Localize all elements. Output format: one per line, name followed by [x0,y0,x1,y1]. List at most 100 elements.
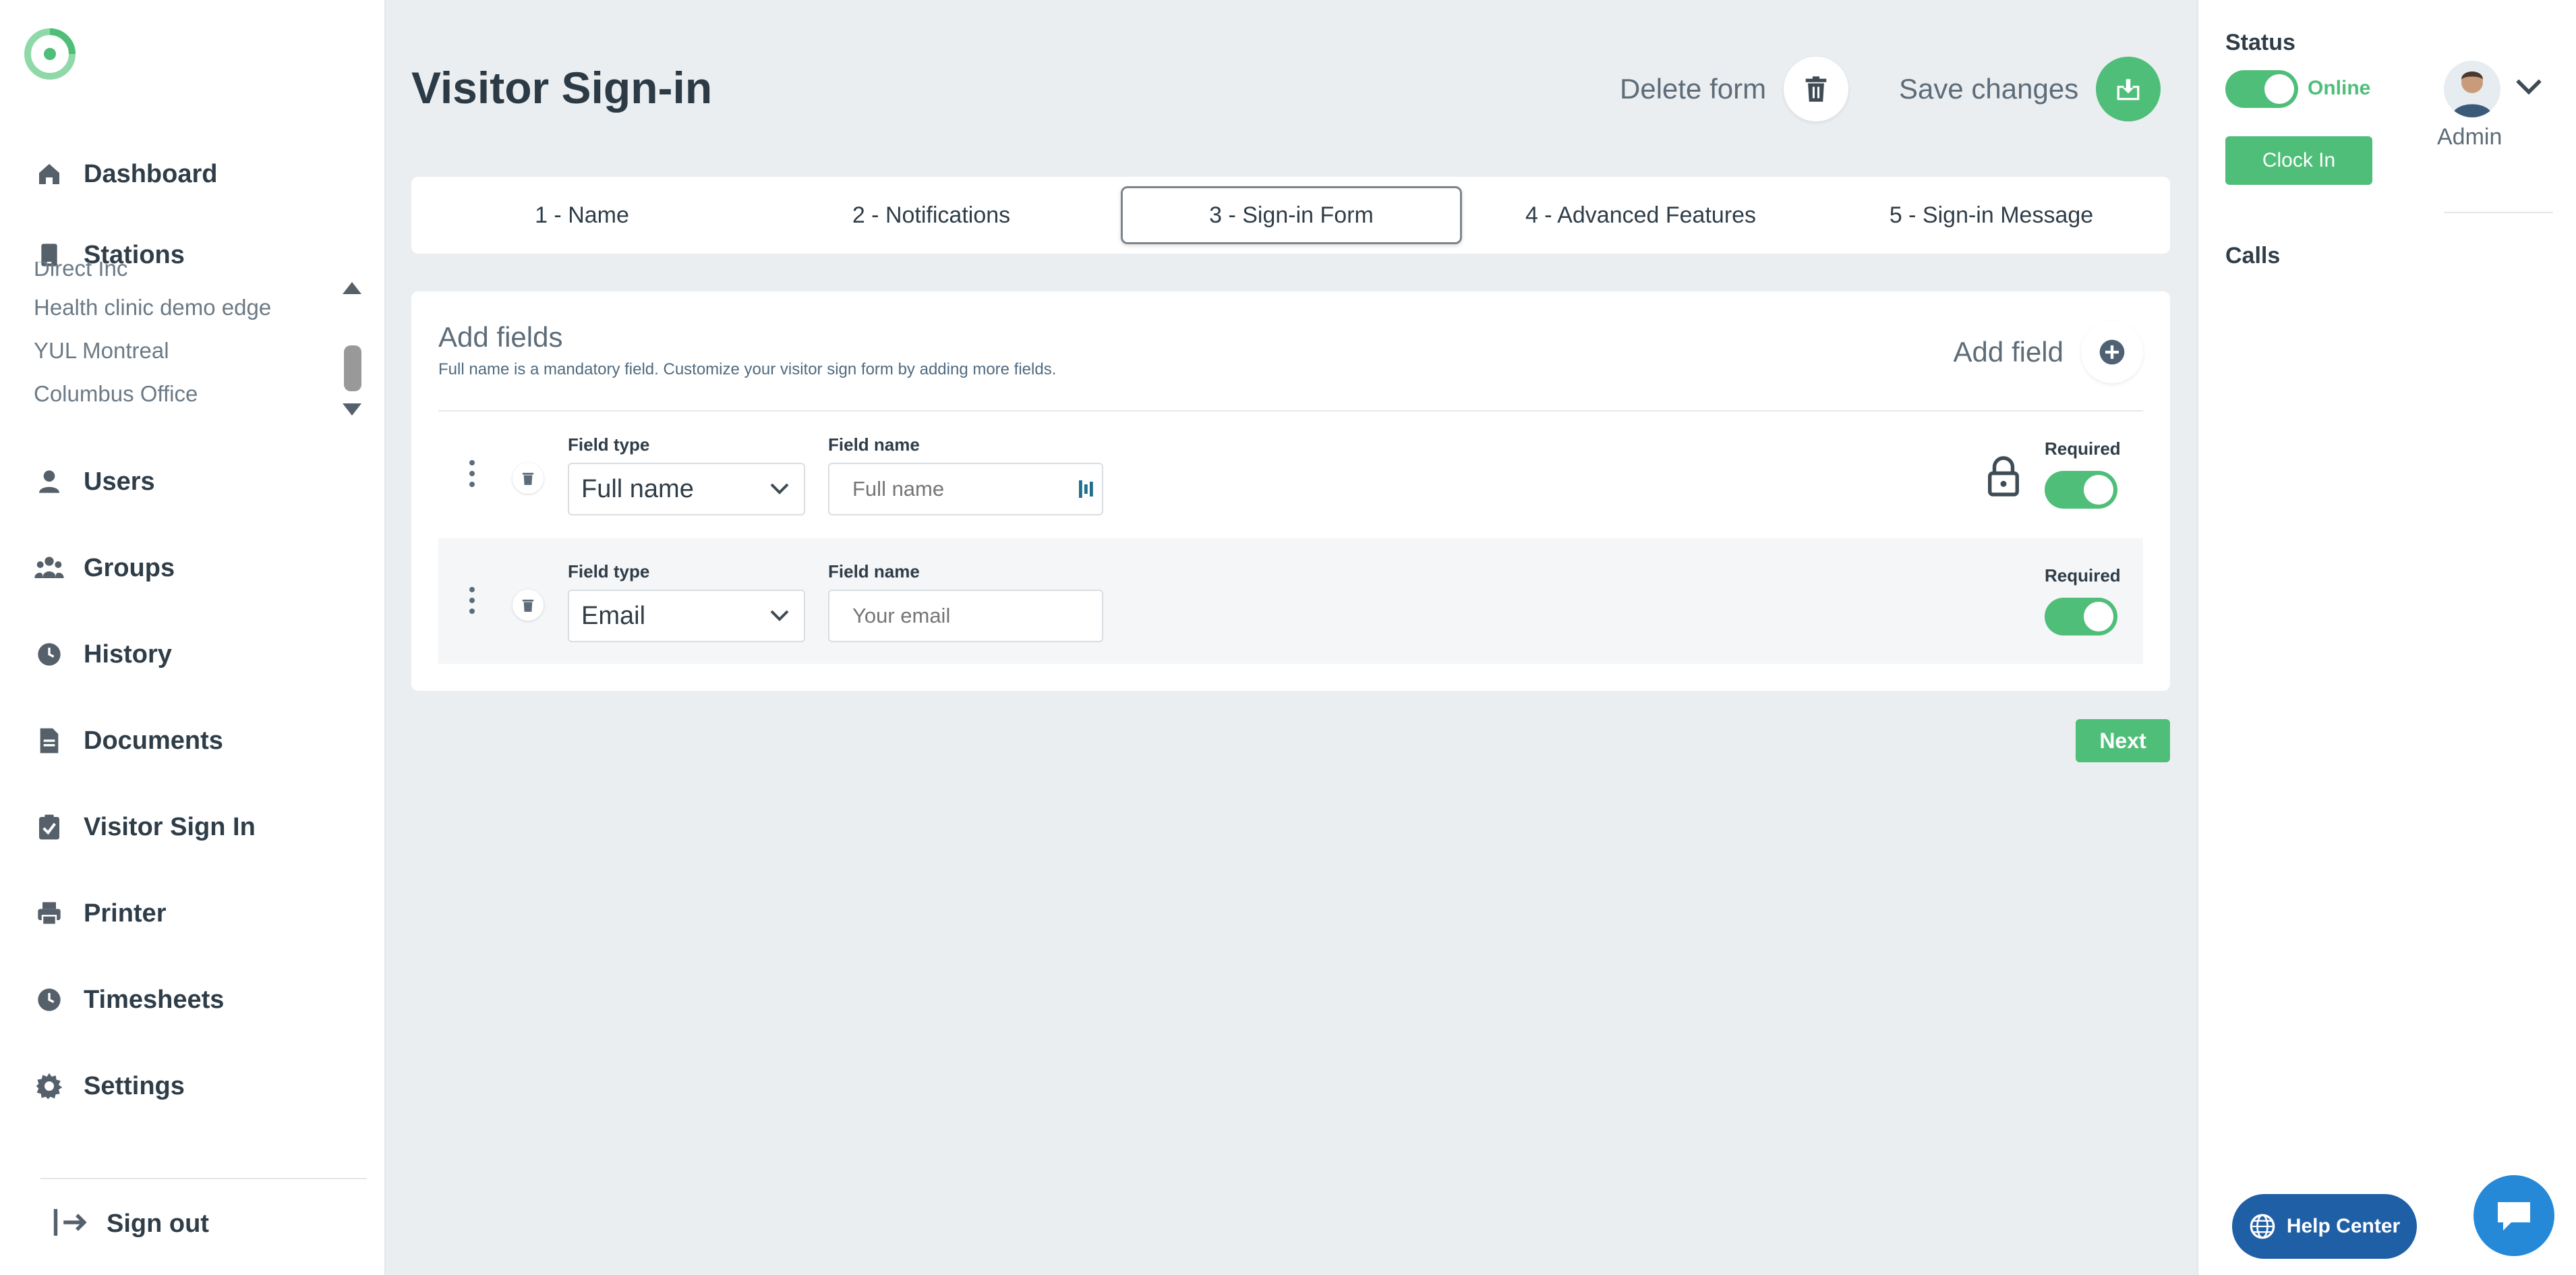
nav-timesheets[interactable]: Timesheets [34,980,224,1020]
panel-divider [2444,212,2553,213]
chevron-down-icon [770,610,789,621]
sidebar: Dashboard Stations Direct Inc Health cli… [0,0,386,1275]
nav-label: History [84,640,172,669]
field-name-label: Field name [828,561,920,582]
scroll-down-arrow-icon[interactable] [343,403,361,416]
stations-scrollbar-thumb[interactable] [344,345,361,391]
tab-advanced-features[interactable]: 4 - Advanced Features [1470,186,1811,244]
nav-dashboard[interactable]: Dashboard [34,154,217,194]
step-tabs: 1 - Name 2 - Notifications 3 - Sign-in F… [411,177,2170,254]
nav-settings[interactable]: Settings [34,1066,185,1106]
delete-field-trash-icon[interactable] [513,590,544,621]
app-logo-icon [24,28,76,80]
required-label: Required [2045,438,2121,459]
field-row: Field type Email Field name Required [438,538,2143,664]
nav-label: Printer [84,899,167,928]
nav-label: Visitor Sign In [84,812,256,841]
nav-documents[interactable]: Documents [34,720,223,761]
station-item[interactable]: Direct Inc [34,262,364,286]
required-toggle[interactable] [2045,598,2117,635]
avatar[interactable] [2444,61,2500,117]
save-changes-button[interactable]: Save changes [1899,57,2161,121]
scroll-up-arrow-icon[interactable] [343,282,361,294]
nav-visitor-sign-in[interactable]: Visitor Sign In [34,807,256,847]
signout-label: Sign out [107,1210,209,1238]
stations-list: Direct Inc Health clinic demo edge YUL M… [34,262,364,424]
sidebar-divider [40,1178,367,1179]
nav-label: Settings [84,1071,185,1100]
signout-button[interactable]: Sign out [53,1208,209,1241]
field-type-value: Full name [581,474,694,503]
nav-history[interactable]: History [34,634,172,675]
required-label: Required [2045,565,2121,586]
tab-sign-in-message[interactable]: 5 - Sign-in Message [1821,186,2162,244]
card-title: Add fields [438,321,563,353]
printer-icon [34,898,65,929]
chat-button[interactable] [2473,1175,2554,1256]
next-button[interactable]: Next [2076,719,2170,762]
field-type-select[interactable]: Email [568,590,805,642]
station-item[interactable]: Health clinic demo edge [34,286,364,329]
group-icon [34,552,65,584]
field-name-input[interactable] [828,463,1103,515]
station-item[interactable]: Columbus Office [34,372,364,416]
nav-label: Dashboard [84,159,218,188]
field-name-input[interactable] [828,590,1103,642]
globe-icon [2250,1214,2275,1239]
status-toggle[interactable] [2225,70,2298,108]
drag-handle-icon[interactable] [468,460,476,492]
calls-title: Calls [2225,243,2281,268]
field-type-label: Field type [568,434,650,455]
right-panel: Status Online Admin Clock In Calls Help … [2197,0,2576,1275]
nav-label: Users [84,467,155,496]
help-center-button[interactable]: Help Center [2232,1194,2417,1259]
field-name-indicator-icon [1079,480,1093,498]
tab-sign-in-form[interactable]: 3 - Sign-in Form [1121,186,1462,244]
delete-form-label: Delete form [1620,73,1767,105]
plus-circle-icon [2081,321,2143,383]
tab-name[interactable]: 1 - Name [411,186,753,244]
field-type-select[interactable]: Full name [568,463,805,515]
user-name: Admin [2437,124,2502,150]
nav-printer[interactable]: Printer [34,893,166,934]
field-row: Field type Full name Field name Required [438,412,2143,537]
chevron-down-icon [770,483,789,494]
document-icon [34,725,65,756]
signout-icon [53,1208,89,1241]
nav-users[interactable]: Users [34,461,155,502]
field-type-value: Email [581,601,646,630]
nav-label: Timesheets [84,985,225,1014]
page-title: Visitor Sign-in [411,63,713,113]
clock-icon [34,639,65,670]
clipboard-check-icon [34,812,65,843]
status-value: Online [2308,77,2371,99]
download-icon [2096,57,2161,121]
delete-field-trash-icon[interactable] [513,463,544,494]
add-fields-card: Add fields Full name is a mandatory fiel… [411,291,2170,691]
gear-icon [34,1071,65,1102]
lock-icon [1988,456,2019,497]
nav-label: Documents [84,726,223,755]
field-type-label: Field type [568,561,650,582]
status-title: Status [2225,30,2295,55]
trash-icon [1784,57,1849,121]
field-name-label: Field name [828,434,920,455]
home-icon [34,159,65,190]
save-changes-label: Save changes [1899,73,2079,105]
station-item[interactable]: YUL Montreal [34,329,364,372]
drag-handle-icon[interactable] [468,587,476,619]
user-icon [34,466,65,497]
add-field-label: Add field [1953,336,2063,368]
nav-groups[interactable]: Groups [34,548,175,588]
required-toggle[interactable] [2045,471,2117,509]
help-center-label: Help Center [2286,1215,2401,1237]
clock-icon [34,984,65,1015]
add-field-button[interactable]: Add field [1954,321,2143,383]
delete-form-button[interactable]: Delete form [1620,57,1849,121]
tab-notifications[interactable]: 2 - Notifications [761,186,1102,244]
clock-in-button[interactable]: Clock In [2225,136,2372,185]
nav-label: Groups [84,553,175,582]
chevron-down-icon[interactable] [2515,77,2542,96]
chat-bubble-icon [2498,1202,2530,1230]
card-subtitle: Full name is a mandatory field. Customiz… [438,360,1057,378]
